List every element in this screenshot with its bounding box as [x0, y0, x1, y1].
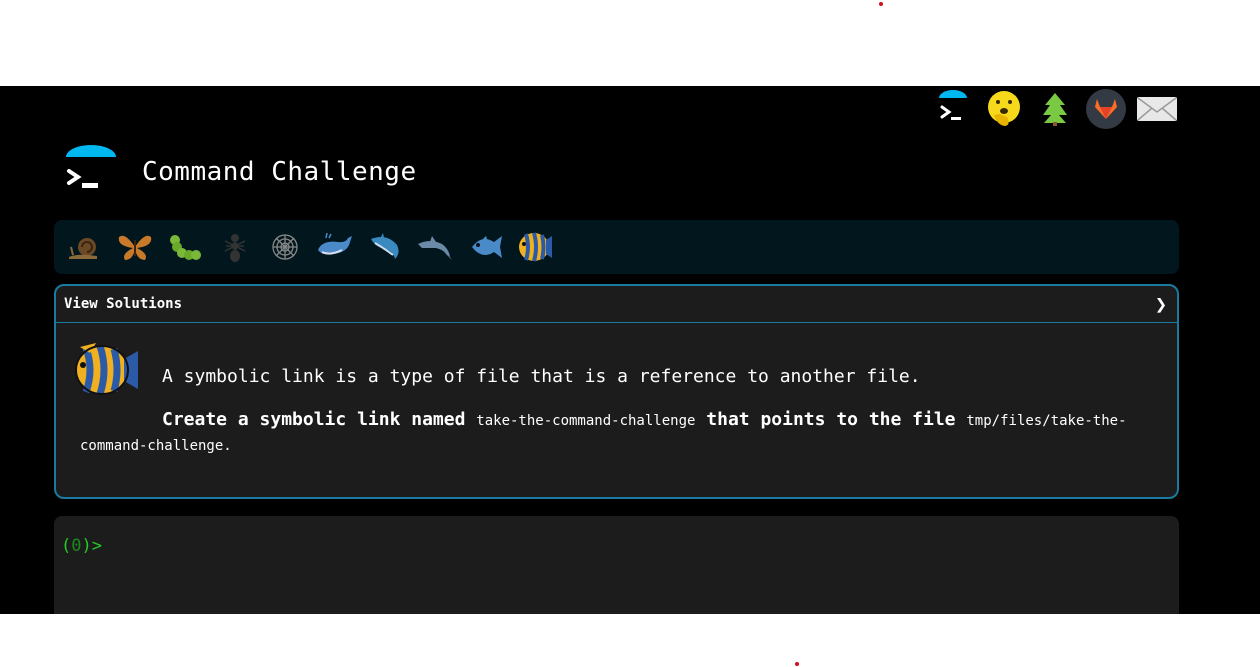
chevron-right-icon: ❯	[1154, 292, 1167, 316]
exit-code: 0	[71, 536, 82, 556]
envelope-icon[interactable]	[1134, 88, 1180, 130]
page-title: Command Challenge	[142, 157, 417, 187]
red-dot-marker	[879, 2, 883, 6]
challenge-task: Create a symbolic link named take-the-co…	[80, 408, 1150, 458]
view-solutions-label: View Solutions	[64, 296, 183, 312]
ant-icon[interactable]	[210, 225, 260, 269]
dolphin-icon[interactable]	[410, 225, 460, 269]
link-name-code: take-the-command-challenge	[476, 413, 696, 429]
tropical-fish-icon[interactable]	[510, 225, 560, 269]
whale-icon[interactable]	[310, 225, 360, 269]
face-hand-over-mouth-icon[interactable]	[981, 88, 1027, 130]
prompt-open: (	[61, 536, 72, 556]
tropical-fish-icon	[70, 341, 140, 399]
page-header: Command Challenge	[62, 144, 417, 200]
task-suffix: .	[223, 438, 232, 454]
app-container: Command Challenge View Solutions ❯ A sym…	[0, 86, 1260, 614]
gitlab-icon[interactable]	[1083, 88, 1129, 130]
terminal-prompt: (0)>	[61, 536, 102, 556]
task-middle: that points to the file	[695, 409, 967, 430]
terminal-logo-icon[interactable]	[930, 88, 976, 130]
view-solutions-toggle[interactable]: View Solutions ❯	[56, 286, 1177, 323]
butterfly-icon[interactable]	[110, 225, 160, 269]
terminal-logo-icon	[62, 145, 120, 199]
challenge-intro: A symbolic link is a type of file that i…	[162, 366, 921, 387]
fish-icon[interactable]	[460, 225, 510, 269]
caterpillar-icon[interactable]	[160, 225, 210, 269]
prompt-close: )>	[81, 536, 102, 556]
terminal[interactable]: (0)>	[54, 516, 1179, 614]
red-dot-marker	[795, 662, 799, 666]
snail-icon[interactable]	[60, 225, 110, 269]
top-nav	[930, 86, 1180, 132]
evergreen-tree-icon[interactable]	[1032, 88, 1078, 130]
shark-icon[interactable]	[360, 225, 410, 269]
challenge-panel: View Solutions ❯ A symbolic link is a ty…	[54, 284, 1179, 499]
task-prefix: Create a symbolic link named	[162, 409, 477, 430]
level-bar	[54, 220, 1179, 274]
spider-web-icon[interactable]	[260, 225, 310, 269]
